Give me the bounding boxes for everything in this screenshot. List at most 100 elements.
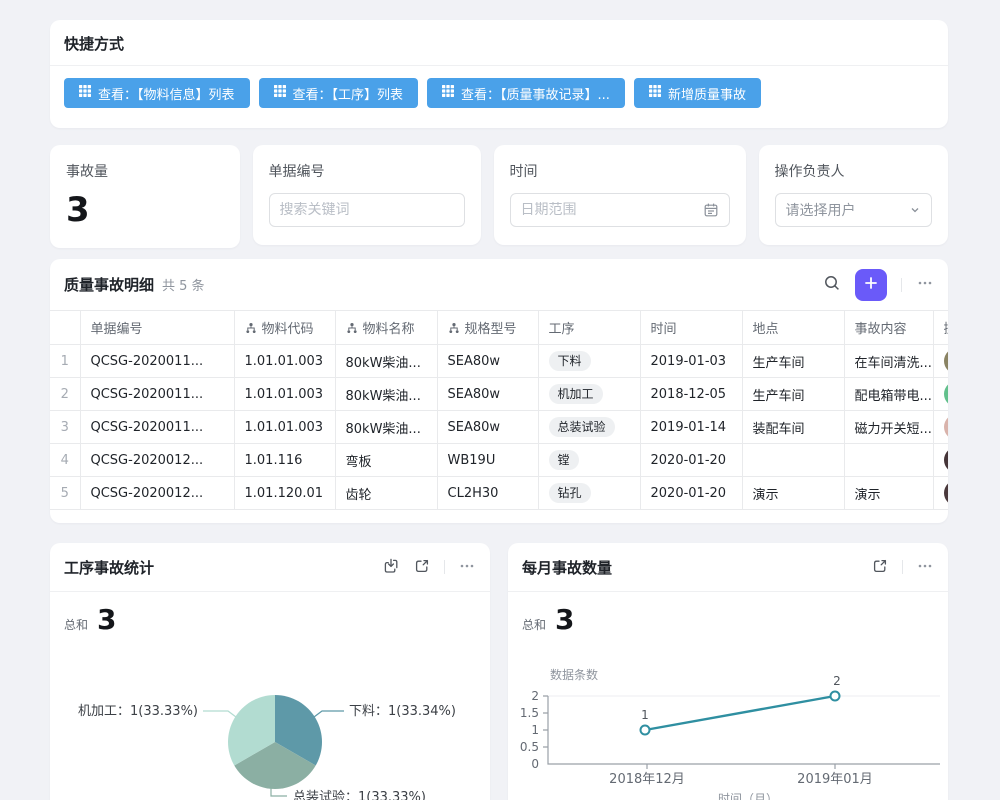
grid-icon [274, 85, 286, 101]
relation-icon [346, 322, 358, 334]
date-range-input[interactable] [521, 202, 695, 218]
pie-card-title: 工序事故统计 [64, 557, 154, 578]
doc-no-filter-card: 单据编号 [253, 145, 481, 245]
table-row[interactable]: 1 QCSG-2020011... 1.01.01.003 80kW柴油... … [50, 345, 948, 378]
filter-row: 事故量 3 单据编号 时间 操作负责人 请选择用户 [50, 145, 948, 248]
x-tick: 2019年01月 [797, 772, 873, 787]
export-button[interactable] [382, 557, 400, 578]
divider [444, 560, 445, 574]
col-material-code: 物料代码 [234, 311, 335, 345]
view-process-list-button[interactable]: 查看：【工序】列表 [259, 78, 419, 108]
col-process: 工序 [538, 311, 640, 345]
add-record-button[interactable] [855, 269, 887, 301]
col-place: 地点 [742, 311, 844, 345]
table-row[interactable]: 3 QCSG-2020011... 1.01.01.003 80kW柴油... … [50, 411, 948, 444]
expand-button[interactable] [871, 557, 889, 578]
grid-icon [442, 85, 454, 101]
line-card-title: 每月事故数量 [522, 557, 612, 578]
process-tag: 机加工 [549, 384, 603, 404]
pie-total-value: 3 [97, 603, 116, 636]
pie-label-xialiao: 下料：1(33.34%) [349, 704, 456, 719]
col-material-name: 物料名称 [335, 311, 437, 345]
expand-button[interactable] [413, 557, 431, 578]
line-more-button[interactable] [916, 557, 934, 578]
process-tag: 镗 [549, 450, 579, 470]
chevron-down-icon [909, 204, 921, 216]
table-row[interactable]: 5 QCSG-2020012... 1.01.120.01 齿轮 CL2H30 … [50, 477, 948, 510]
y-tick: 0 [531, 757, 539, 771]
table-record-count: 共 5 条 [162, 275, 205, 294]
view-material-info-button[interactable]: 查看：【物料信息】列表 [64, 78, 250, 108]
avatar [944, 447, 949, 473]
grid-icon [79, 85, 91, 101]
table-header-row: 单据编号 物料代码 物料名称 规格型号 工序 时间 地点 事故内容 操作负责人 [50, 311, 948, 345]
quality-incident-table: 单据编号 物料代码 物料名称 规格型号 工序 时间 地点 事故内容 操作负责人 … [50, 310, 948, 510]
pie-more-button[interactable] [458, 557, 476, 578]
quality-incident-table-card: 质量事故明细 共 5 条 单据编号 物料代码 物料名称 规格型号 工序 时间 地… [50, 259, 948, 523]
date-range-field [510, 193, 730, 227]
table-title: 质量事故明细 [64, 274, 154, 295]
button-label: 查看：【工序】列表 [293, 84, 404, 103]
relation-icon [448, 322, 460, 334]
x-tick: 2018年12月 [609, 772, 685, 787]
incident-count-value: 3 [66, 190, 224, 230]
button-label: 查看：【物料信息】列表 [98, 84, 235, 103]
point-value: 1 [641, 708, 649, 722]
pie-chart: 机加工：1(33.33%) 下料：1(33.34%) 总装试验：1(33.33%… [50, 675, 490, 800]
y-tick: 1.5 [520, 706, 539, 720]
axis-line [543, 696, 940, 769]
plus-icon [863, 275, 879, 294]
data-point[interactable] [641, 726, 650, 735]
divider [901, 278, 902, 292]
search-button[interactable] [823, 274, 841, 295]
operator-select-placeholder: 请选择用户 [786, 200, 902, 220]
col-spec: 规格型号 [437, 311, 538, 345]
doc-no-filter-label: 单据编号 [269, 161, 465, 181]
relation-icon [245, 322, 257, 334]
shortcuts-title: 快捷方式 [64, 33, 124, 54]
pie-total-label: 总和 [64, 616, 88, 633]
process-tag: 钻孔 [549, 483, 591, 503]
y-tick: 1 [531, 723, 539, 737]
operator-filter-label: 操作负责人 [775, 161, 933, 181]
incident-count-card: 事故量 3 [50, 145, 240, 248]
time-filter-card: 时间 [494, 145, 746, 245]
process-incident-stats-card: 工序事故统计 总和 3 机加工：1(33.33%) 下料：1(33.34%) 总… [50, 543, 490, 800]
avatar [944, 480, 949, 506]
y-tick: 0.5 [520, 740, 539, 754]
add-quality-incident-button[interactable]: 新增质量事故 [634, 78, 761, 108]
export-icon [382, 557, 400, 578]
table-more-button[interactable] [916, 274, 934, 295]
data-point[interactable] [831, 692, 840, 701]
expand-icon [413, 557, 431, 578]
divider [902, 560, 903, 574]
table-row[interactable]: 2 QCSG-2020011... 1.01.01.003 80kW柴油... … [50, 378, 948, 411]
line-total-label: 总和 [522, 616, 546, 633]
row-number-header [50, 311, 80, 345]
y-tick: 2 [531, 689, 539, 703]
col-doc-no: 单据编号 [80, 311, 234, 345]
view-quality-records-button[interactable]: 查看：【质量事故记录】... [427, 78, 625, 108]
line-chart: 数据条数 2 1.5 1 0.5 0 1 2 2018年12月 2019年01月… [508, 653, 948, 800]
shortcut-buttons: 查看：【物料信息】列表 查看：【工序】列表 查看：【质量事故记录】... 新增质… [50, 66, 948, 108]
col-time: 时间 [640, 311, 742, 345]
doc-no-search-input[interactable] [280, 202, 454, 218]
x-axis-title: 时间（月） [718, 792, 778, 800]
col-content: 事故内容 [844, 311, 933, 345]
search-icon [823, 274, 841, 295]
more-icon [458, 557, 476, 578]
col-operator: 操作负责人 [933, 311, 948, 345]
pie-label-zongzhuang: 总装试验：1(33.33%) [293, 789, 426, 800]
avatar [944, 348, 949, 374]
avatar [944, 414, 949, 440]
more-icon [916, 557, 934, 578]
expand-icon [871, 557, 889, 578]
shortcuts-card: 快捷方式 查看：【物料信息】列表 查看：【工序】列表 查看：【质量事故记录】..… [50, 20, 948, 128]
button-label: 查看：【质量事故记录】... [461, 84, 610, 103]
calendar-icon[interactable] [703, 202, 719, 218]
process-tag: 总装试验 [549, 417, 615, 437]
more-icon [916, 274, 934, 295]
table-row[interactable]: 4 QCSG-2020012... 1.01.116 弯板 WB19U 镗 20… [50, 444, 948, 477]
time-filter-label: 时间 [510, 161, 730, 181]
operator-select[interactable]: 请选择用户 [775, 193, 933, 227]
